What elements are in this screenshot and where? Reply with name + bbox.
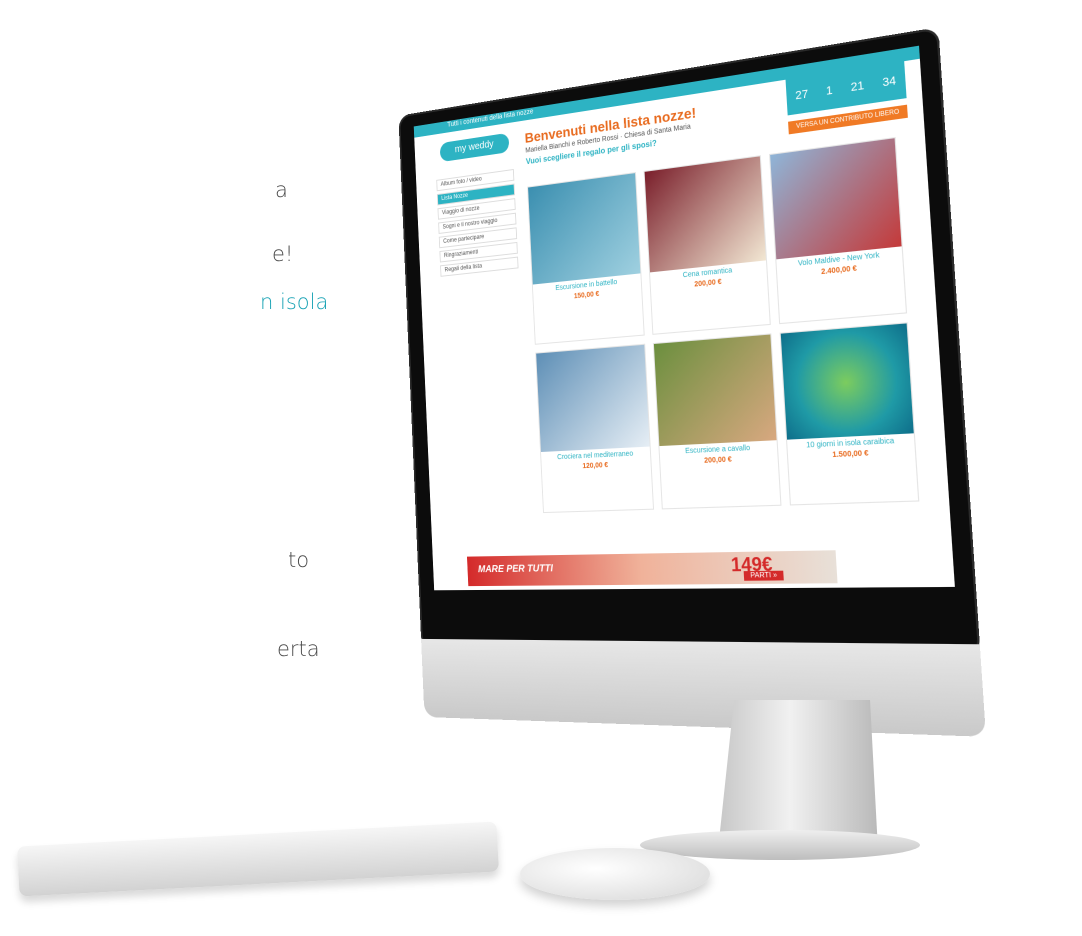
- gift-image: [770, 138, 902, 259]
- gift-image: [528, 173, 641, 285]
- gift-card[interactable]: Volo Maldive - New York 2.400,00 €: [769, 136, 908, 325]
- website-screenshot: Tutti i contenuti della lista nozze my w…: [413, 45, 955, 591]
- ad-banner[interactable]: MARE PER TUTTI 149€ PARTI »: [466, 550, 838, 587]
- gift-card[interactable]: Cena romantica 200,00 €: [643, 155, 771, 335]
- gift-card[interactable]: Escursione in battello 150,00 €: [527, 172, 645, 345]
- monitor-chin: [421, 638, 987, 737]
- gift-card[interactable]: 10 giorni in isola caraibica 1.500,00 €: [779, 322, 920, 506]
- countdown-hours: 1: [825, 84, 834, 98]
- gift-price: 120,00 €: [582, 461, 609, 470]
- banner-button[interactable]: PARTI »: [743, 570, 784, 581]
- banner-headline: MARE PER TUTTI: [477, 563, 554, 576]
- imac-mockup: Tutti i contenuti della lista nozze my w…: [0, 0, 1082, 936]
- sidebar-menu: Album foto / video Lista Nozze Viaggio d…: [436, 168, 519, 280]
- gift-card[interactable]: Crociera nel mediterraneo 120,00 €: [535, 343, 655, 514]
- site-logo[interactable]: my weddy: [439, 132, 510, 163]
- gift-card[interactable]: Escursione a cavallo 200,00 €: [652, 333, 782, 510]
- mouse: [520, 848, 710, 900]
- gift-price: 1.500,00 €: [832, 449, 869, 459]
- countdown-minutes: 21: [850, 79, 865, 95]
- monitor-screen: Tutti i contenuti della lista nozze my w…: [398, 27, 987, 737]
- countdown-seconds: 34: [882, 74, 897, 90]
- gift-image: [536, 344, 650, 452]
- gift-image: [653, 334, 777, 446]
- gift-grid: Escursione in battello 150,00 € Cena roma…: [527, 136, 920, 514]
- keyboard: [17, 821, 499, 897]
- monitor-stand: [718, 700, 878, 850]
- gift-image: [644, 156, 766, 272]
- gift-image: [780, 323, 914, 440]
- gift-price: 200,00 €: [703, 455, 732, 465]
- countdown-days: 27: [794, 87, 809, 103]
